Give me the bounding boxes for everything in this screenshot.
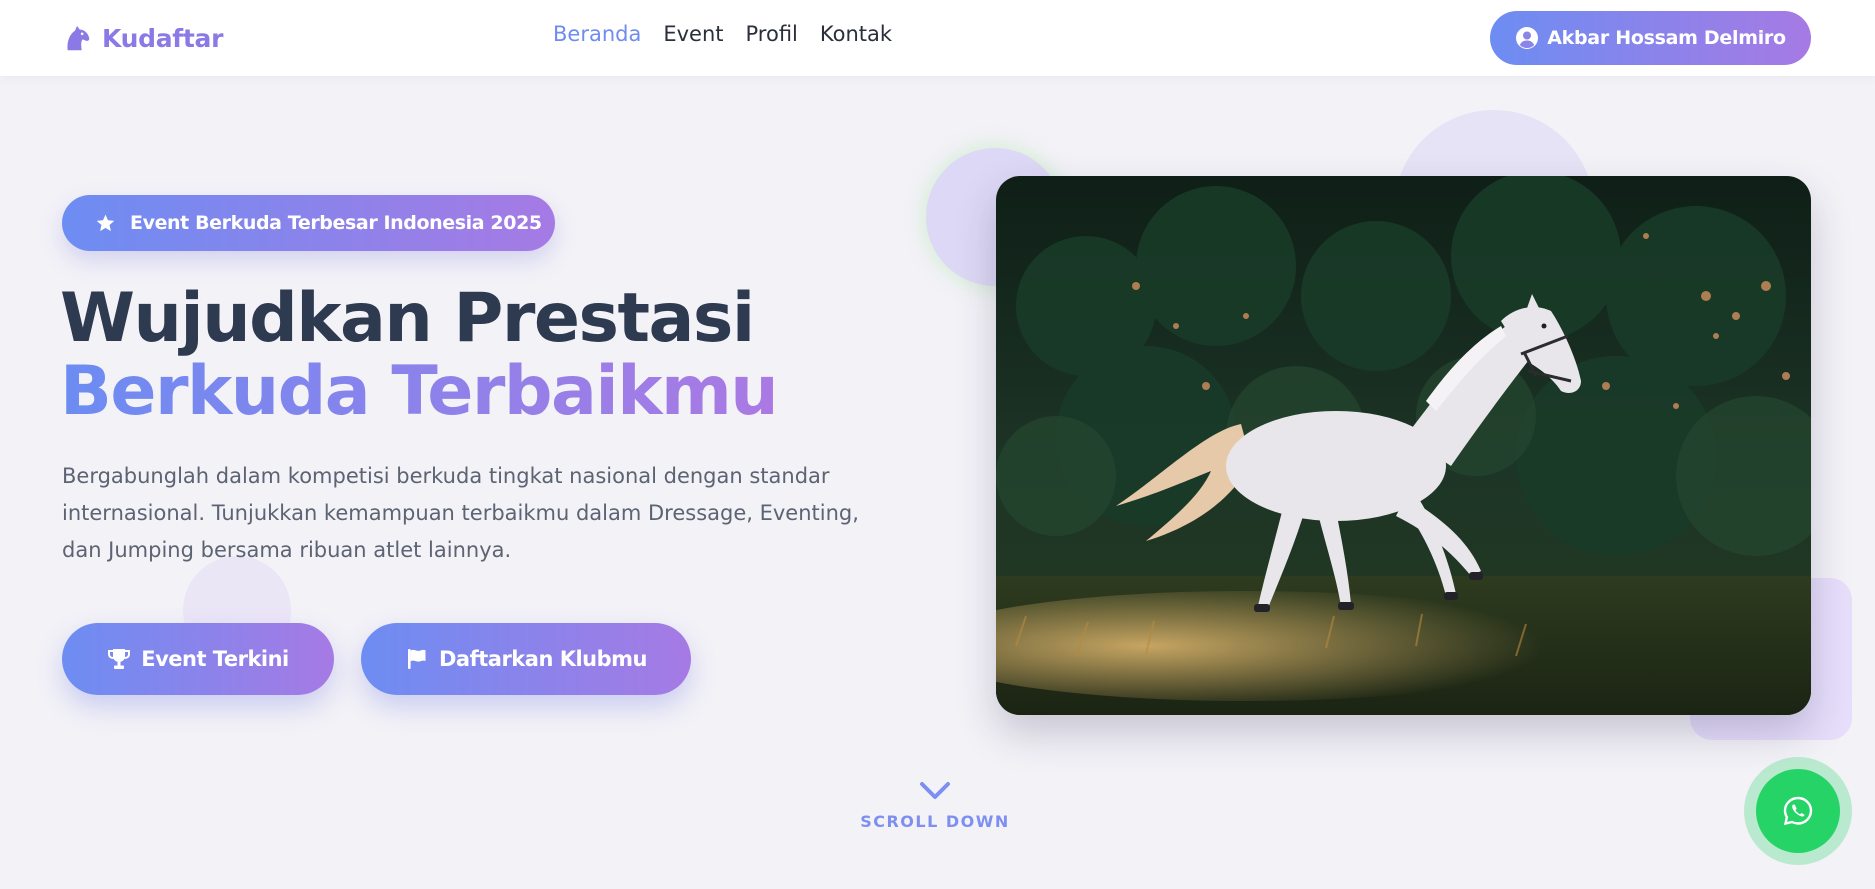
star-icon [96,214,115,231]
whatsapp-icon [1783,796,1813,826]
nav-link-kontak[interactable]: Kontak [820,22,892,46]
whatsapp-chat-button[interactable] [1756,769,1840,853]
nav-link-profil[interactable]: Profil [746,22,798,46]
horse-head-icon [67,25,90,51]
chevron-down-icon [920,782,950,799]
flag-icon [408,649,426,669]
user-name: Akbar Hossam Delmiro [1547,27,1786,49]
user-circle-icon [1516,27,1539,49]
headline-line-2: Berkuda Terbaikmu [60,352,779,431]
main-nav: Beranda Event Profil Kontak [553,22,892,46]
hero-description: Bergabunglah dalam kompetisi berkuda tin… [62,464,859,562]
hero-horse-photo [996,176,1811,715]
brand-name: Kudaftar [102,23,224,53]
daftarkan-klub-button[interactable]: Daftarkan Klubmu [361,623,691,695]
scroll-down[interactable]: SCROLL DOWN [855,780,1015,831]
navbar: Kudaftar Beranda Event Profil Kontak Akb… [0,0,1875,76]
headline-line-1: Wujudkan Prestasi [60,279,755,358]
nav-link-beranda[interactable]: Beranda [553,22,641,46]
daftarkan-klub-label: Daftarkan Klubmu [439,647,648,671]
user-account-button[interactable]: Akbar Hossam Delmiro [1490,11,1811,65]
trophy-icon [108,649,131,669]
nav-link-event[interactable]: Event [663,22,723,46]
scroll-down-label: SCROLL DOWN [860,812,1010,831]
event-terkini-label: Event Terkini [141,647,289,671]
hero-headline: Wujudkan Prestasi Berkuda Terbaikmu [60,279,779,431]
badge-text: Event Berkuda Terbesar Indonesia 2025 [130,212,542,234]
brand-logo[interactable]: Kudaftar [62,20,223,56]
event-terkini-button[interactable]: Event Terkini [62,623,334,695]
event-badge: Event Berkuda Terbesar Indonesia 2025 [62,195,555,251]
